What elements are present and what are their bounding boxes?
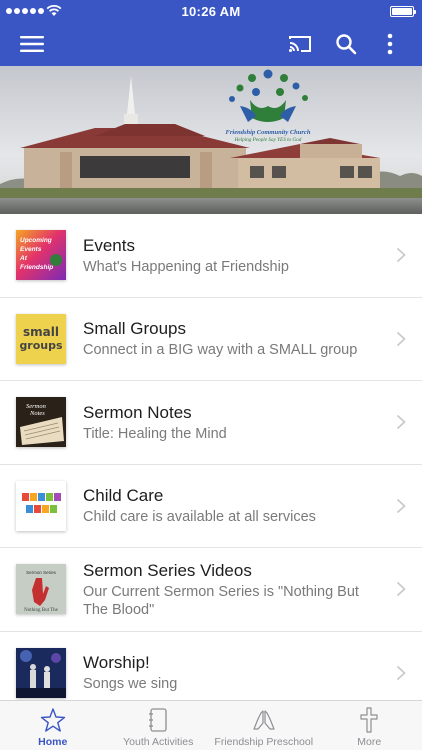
list-item-subtitle: Title: Healing the Mind (83, 425, 227, 442)
svg-text:Events: Events (20, 246, 42, 253)
tab-home[interactable]: Home (0, 701, 106, 750)
child-care-thumbnail (16, 480, 66, 531)
worship-thumbnail (16, 647, 66, 698)
sermon-notes-thumbnail: Sermon Notes (16, 397, 66, 447)
chevron-right-icon (396, 582, 406, 597)
list-item-worship[interactable]: Worship! Songs we sing (0, 631, 422, 700)
status-bar: 10:26 AM (0, 0, 422, 22)
list-item-child-care[interactable]: Child Care Child care is available at al… (0, 464, 422, 548)
tab-label: Home (38, 736, 68, 748)
content-list: Upcoming Events At Friendship Events Wha… (0, 214, 422, 700)
tab-label: More (357, 736, 382, 748)
logo-title: Friendship Community Church (226, 129, 311, 136)
list-item-sermon-series-videos[interactable]: Sermon Series Nothing But The Sermon Ser… (0, 548, 422, 632)
praying-hands-icon (253, 710, 275, 730)
hamburger-menu-icon (20, 36, 44, 52)
svg-text:At: At (19, 255, 28, 262)
chevron-right-icon (396, 415, 406, 430)
battery-icon (390, 6, 416, 17)
events-thumbnail: Upcoming Events At Friendship (16, 230, 66, 280)
church-building-image: Friendship Community Church Helping Peop… (0, 66, 422, 214)
svg-text:Notes: Notes (29, 410, 45, 417)
list-item-title: Child Care (83, 486, 164, 506)
chevron-right-icon (396, 248, 406, 263)
cross-icon (360, 707, 378, 733)
svg-text:Nothing But The: Nothing But The (24, 608, 59, 613)
list-item-sermon-notes[interactable]: Sermon Notes Sermon Notes Title: Healing… (0, 381, 422, 465)
list-item-title: Sermon Notes (83, 402, 192, 422)
tab-bar: Home Youth Activities Friendship Prescho… (0, 700, 422, 750)
chevron-right-icon (396, 665, 406, 680)
app-bar (0, 22, 422, 66)
more-options-button[interactable] (370, 22, 410, 66)
menu-button[interactable] (12, 22, 52, 66)
chevron-right-icon (396, 331, 406, 346)
list-item-title: Sermon Series Videos (83, 560, 252, 580)
tab-youth-activities[interactable]: Youth Activities (106, 701, 212, 750)
more-vert-icon (387, 33, 393, 55)
list-item-title: Small Groups (83, 319, 186, 339)
svg-text:Friendship: Friendship (20, 264, 53, 271)
list-item-title: Worship! (83, 653, 150, 673)
sermon-series-thumbnail: Sermon Series Nothing But The (16, 564, 66, 614)
logo-tagline: Helping People Say YES to God (234, 137, 302, 143)
tab-label: Youth Activities (123, 736, 194, 748)
search-button[interactable] (326, 22, 366, 66)
svg-text:small: small (23, 325, 59, 339)
small-groups-thumbnail: small groups (16, 313, 66, 364)
list-item-subtitle: What's Happening at Friendship (83, 258, 289, 275)
svg-text:Upcoming: Upcoming (20, 237, 52, 244)
list-item-title: Events (83, 235, 135, 255)
list-item-small-groups[interactable]: small groups Small Groups Connect in a B… (0, 297, 422, 381)
tab-more[interactable]: More (317, 701, 422, 750)
tab-label: Friendship Preschool (214, 736, 314, 748)
list-item-subtitle: Child care is available at all services (83, 509, 316, 526)
hero-banner: Friendship Community Church Helping Peop… (0, 66, 422, 214)
tab-friendship-preschool[interactable]: Friendship Preschool (211, 701, 317, 750)
cast-icon (289, 36, 311, 52)
notebook-icon (149, 708, 167, 732)
search-icon (336, 34, 357, 55)
list-item-subtitle: Songs we sing (83, 676, 178, 693)
list-item-subtitle: Connect in a BIG way with a SMALL group (83, 342, 358, 359)
list-item-subtitle: Our Current Sermon Series is "Nothing Bu… (83, 583, 359, 618)
svg-text:Sermon Series: Sermon Series (26, 570, 57, 575)
svg-text:Sermon: Sermon (26, 403, 46, 410)
list-item-events[interactable]: Upcoming Events At Friendship Events Wha… (0, 214, 422, 298)
svg-text:groups: groups (19, 339, 63, 352)
cast-button[interactable] (280, 22, 320, 66)
star-icon (40, 708, 65, 732)
status-time: 10:26 AM (181, 4, 241, 19)
chevron-right-icon (396, 498, 406, 513)
